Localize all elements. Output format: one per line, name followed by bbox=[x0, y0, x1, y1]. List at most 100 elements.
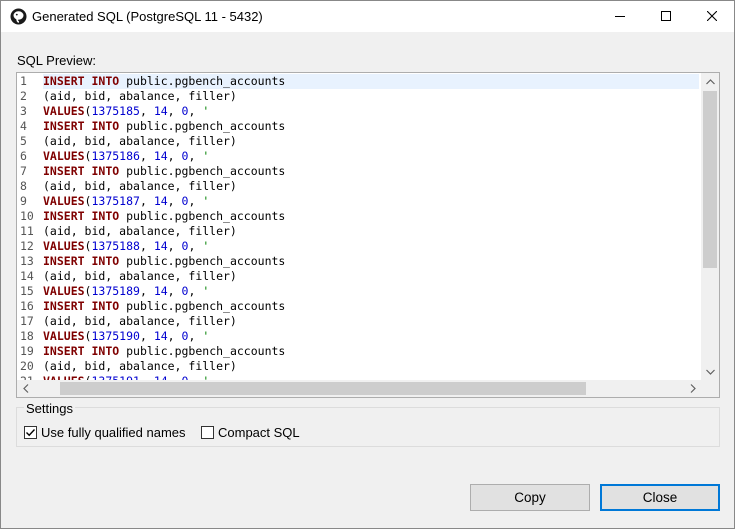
sql-text: , bbox=[139, 329, 154, 343]
scrollbar-corner bbox=[701, 380, 719, 397]
sql-text: (aid, bid, abalance, filler) bbox=[43, 359, 237, 373]
sql-keyword: INSERT bbox=[43, 119, 85, 133]
code-line: VALUES(1375188, 14, 0, ' bbox=[43, 239, 699, 254]
copy-button[interactable]: Copy bbox=[470, 484, 590, 511]
sql-text: , bbox=[167, 194, 182, 208]
compact-sql-checkbox[interactable]: Compact SQL bbox=[201, 425, 300, 440]
sql-string: ' bbox=[202, 149, 210, 163]
minimize-icon bbox=[615, 9, 625, 24]
scroll-left-icon[interactable] bbox=[17, 380, 34, 397]
elephant-icon bbox=[10, 8, 27, 25]
code-line: (aid, bid, abalance, filler) bbox=[43, 89, 699, 104]
sql-text: , bbox=[188, 239, 203, 253]
sql-number: 14 bbox=[153, 104, 168, 118]
code-line: INSERT INTO public.pgbench_accounts bbox=[43, 119, 699, 134]
sql-text: , bbox=[139, 104, 154, 118]
scroll-down-icon[interactable] bbox=[701, 363, 719, 380]
sql-keyword: VALUES bbox=[43, 284, 85, 298]
sql-text: (aid, bid, abalance, filler) bbox=[43, 269, 237, 283]
code-line: VALUES(1375185, 14, 0, ' bbox=[43, 104, 699, 119]
sql-text: , bbox=[167, 329, 182, 343]
sql-string: ' bbox=[202, 329, 210, 343]
horizontal-scrollbar[interactable] bbox=[17, 380, 701, 397]
code-line: INSERT INTO public.pgbench_accounts bbox=[43, 209, 699, 224]
sql-number: 14 bbox=[153, 239, 168, 253]
sql-text: , bbox=[139, 284, 154, 298]
sql-keyword: INTO bbox=[91, 74, 120, 88]
vertical-scroll-thumb[interactable] bbox=[703, 91, 717, 268]
code-line: INSERT INTO public.pgbench_accounts bbox=[43, 299, 699, 314]
line-number-gutter: 123456789101112131415161718192021 bbox=[17, 73, 41, 380]
sql-text: , bbox=[167, 284, 182, 298]
line-number: 4 bbox=[20, 119, 27, 133]
line-number: 15 bbox=[20, 284, 34, 298]
vertical-scrollbar[interactable] bbox=[701, 73, 719, 380]
maximize-button[interactable] bbox=[643, 1, 689, 32]
sql-keyword: INTO bbox=[91, 254, 120, 268]
sql-keyword: INTO bbox=[91, 209, 120, 223]
code-line: (aid, bid, abalance, filler) bbox=[43, 269, 699, 284]
sql-text: (aid, bid, abalance, filler) bbox=[43, 179, 237, 193]
scroll-right-icon[interactable] bbox=[684, 380, 701, 397]
code-line: INSERT INTO public.pgbench_accounts bbox=[43, 164, 699, 179]
sql-text: public.pgbench_accounts bbox=[119, 344, 286, 358]
checkbox-checked-icon[interactable] bbox=[24, 426, 37, 439]
scroll-up-icon[interactable] bbox=[701, 73, 719, 90]
code-line: INSERT INTO public.pgbench_accounts bbox=[43, 254, 699, 269]
close-button[interactable]: Close bbox=[600, 484, 720, 511]
window-title: Generated SQL (PostgreSQL 11 - 5432) bbox=[32, 9, 263, 24]
sql-text: public.pgbench_accounts bbox=[119, 299, 286, 313]
sql-number: 1375186 bbox=[91, 149, 140, 163]
sql-text: (aid, bid, abalance, filler) bbox=[43, 134, 237, 148]
sql-text: public.pgbench_accounts bbox=[119, 164, 286, 178]
sql-keyword: VALUES bbox=[43, 194, 85, 208]
sql-keyword: INSERT bbox=[43, 299, 85, 313]
compact-sql-label: Compact SQL bbox=[218, 425, 300, 440]
horizontal-scroll-thumb[interactable] bbox=[60, 382, 586, 395]
line-number: 7 bbox=[20, 164, 27, 178]
line-number: 9 bbox=[20, 194, 27, 208]
sql-keyword: VALUES bbox=[43, 104, 85, 118]
sql-preview-editor[interactable]: 123456789101112131415161718192021 INSERT… bbox=[16, 72, 720, 398]
sql-keyword: INTO bbox=[91, 119, 120, 133]
sql-string: ' bbox=[202, 284, 210, 298]
checkbox-unchecked-icon[interactable] bbox=[201, 426, 214, 439]
sql-text: , bbox=[188, 104, 203, 118]
sql-number: 1375188 bbox=[91, 239, 140, 253]
sql-number: 14 bbox=[153, 149, 168, 163]
fully-qualified-names-checkbox[interactable]: Use fully qualified names bbox=[24, 425, 186, 440]
window-close-button[interactable] bbox=[689, 1, 735, 32]
minimize-button[interactable] bbox=[597, 1, 643, 32]
line-number: 14 bbox=[20, 269, 34, 283]
sql-text: , bbox=[139, 194, 154, 208]
code-line: (aid, bid, abalance, filler) bbox=[43, 179, 699, 194]
sql-number: 14 bbox=[153, 284, 168, 298]
sql-text: , bbox=[167, 239, 182, 253]
line-number: 5 bbox=[20, 134, 27, 148]
code-line: VALUES(1375189, 14, 0, ' bbox=[43, 284, 699, 299]
sql-number: 14 bbox=[153, 329, 168, 343]
line-number: 1 bbox=[20, 74, 27, 88]
code-line: (aid, bid, abalance, filler) bbox=[43, 224, 699, 239]
sql-preview-label: SQL Preview: bbox=[17, 53, 96, 68]
line-number: 2 bbox=[20, 89, 27, 103]
sql-string: ' bbox=[202, 194, 210, 208]
sql-keyword: INSERT bbox=[43, 209, 85, 223]
code-line: VALUES(1375187, 14, 0, ' bbox=[43, 194, 699, 209]
code-line: VALUES(1375186, 14, 0, ' bbox=[43, 149, 699, 164]
sql-keyword: VALUES bbox=[43, 329, 85, 343]
sql-text: public.pgbench_accounts bbox=[119, 119, 286, 133]
sql-keyword: INTO bbox=[91, 299, 120, 313]
line-number: 17 bbox=[20, 314, 34, 328]
line-number: 3 bbox=[20, 104, 27, 118]
sql-keyword: INTO bbox=[91, 344, 120, 358]
sql-number: 14 bbox=[153, 194, 168, 208]
sql-text: public.pgbench_accounts bbox=[119, 74, 286, 88]
sql-string: ' bbox=[202, 104, 210, 118]
sql-code-area[interactable]: INSERT INTO public.pgbench_accounts (aid,… bbox=[43, 73, 699, 380]
sql-number: 1375189 bbox=[91, 284, 140, 298]
line-number: 13 bbox=[20, 254, 34, 268]
sql-text: , bbox=[188, 284, 203, 298]
sql-keyword: INSERT bbox=[43, 164, 85, 178]
sql-number: 1375185 bbox=[91, 104, 140, 118]
